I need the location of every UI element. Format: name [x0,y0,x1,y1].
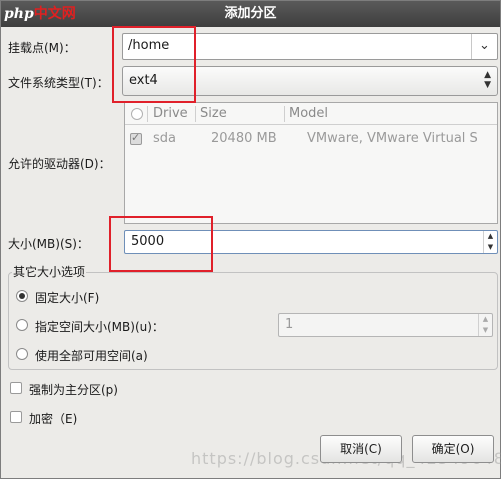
encrypt-label[interactable]: 加密（E) [29,410,77,427]
site-logo: php中文网 [4,3,76,25]
col-size[interactable]: Size [200,106,227,121]
size-value: 5000 [131,234,165,249]
fixed-size-label[interactable]: 固定大小(F) [35,289,99,306]
radio-up-to[interactable] [16,319,28,331]
add-partition-dialog: 添加分区 php中文网 挂载点(M)： /home ⌄ 文件系统类型(T)： e… [0,0,501,479]
mount-point-value: /home [128,38,170,53]
updown-arrows-icon: ▲ ▼ [484,70,491,90]
force-primary-checkbox[interactable] [10,382,22,394]
spin-arrows-icon[interactable]: ▲ ▼ [478,314,492,336]
drive-checkbox[interactable] [130,131,142,145]
radio-fill[interactable] [16,348,28,360]
force-primary-label[interactable]: 强制为主分区(p) [29,381,118,398]
drives-label: 允许的驱动器(D)： [8,157,111,171]
up-to-label[interactable]: 指定空间大小(MB)(u)： [35,318,164,335]
header-select-icon [131,108,143,120]
cancel-button[interactable]: 取消(C) [320,435,402,463]
dialog-titlebar: 添加分区 [1,1,500,27]
other-size-title: 其它大小选项 [12,263,87,280]
radio-fixed-size[interactable] [16,290,28,302]
mount-point-combo[interactable]: /home ⌄ [122,33,498,60]
fs-type-select[interactable]: ext4 ▲ ▼ [122,66,498,96]
fs-type-value: ext4 [129,73,158,88]
drives-table-header: Drive Size Model [125,103,497,125]
logo-suffix: 中文网 [33,6,76,22]
mount-point-label: 挂载点(M)： [8,41,76,55]
up-to-value: 1 [285,317,294,332]
up-to-spinbox[interactable]: 1 ▲ ▼ [278,313,493,337]
drives-table[interactable]: Drive Size Model sda 20480 MB VMware, VM… [124,102,498,224]
drive-size: 20480 MB [211,131,277,146]
encrypt-checkbox[interactable] [10,411,22,423]
fs-type-label: 文件系统类型(T)： [8,76,109,90]
drive-name: sda [153,131,176,146]
spin-arrows-icon[interactable]: ▲ ▼ [483,231,497,253]
col-drive[interactable]: Drive [153,106,188,121]
fill-label[interactable]: 使用全部可用空间(a) [35,347,148,364]
size-label: 大小(MB)(S)： [8,237,89,251]
chevron-down-icon[interactable]: ⌄ [471,34,497,59]
drive-model: VMware, VMware Virtual S [307,131,478,146]
ok-button[interactable]: 确定(O) [412,435,494,463]
dialog-title: 添加分区 [224,6,277,21]
col-model[interactable]: Model [289,106,328,121]
table-row[interactable]: sda 20480 MB VMware, VMware Virtual S [125,129,497,151]
size-spinbox[interactable]: 5000 ▲ ▼ [124,230,498,254]
logo-prefix: php [4,6,34,22]
